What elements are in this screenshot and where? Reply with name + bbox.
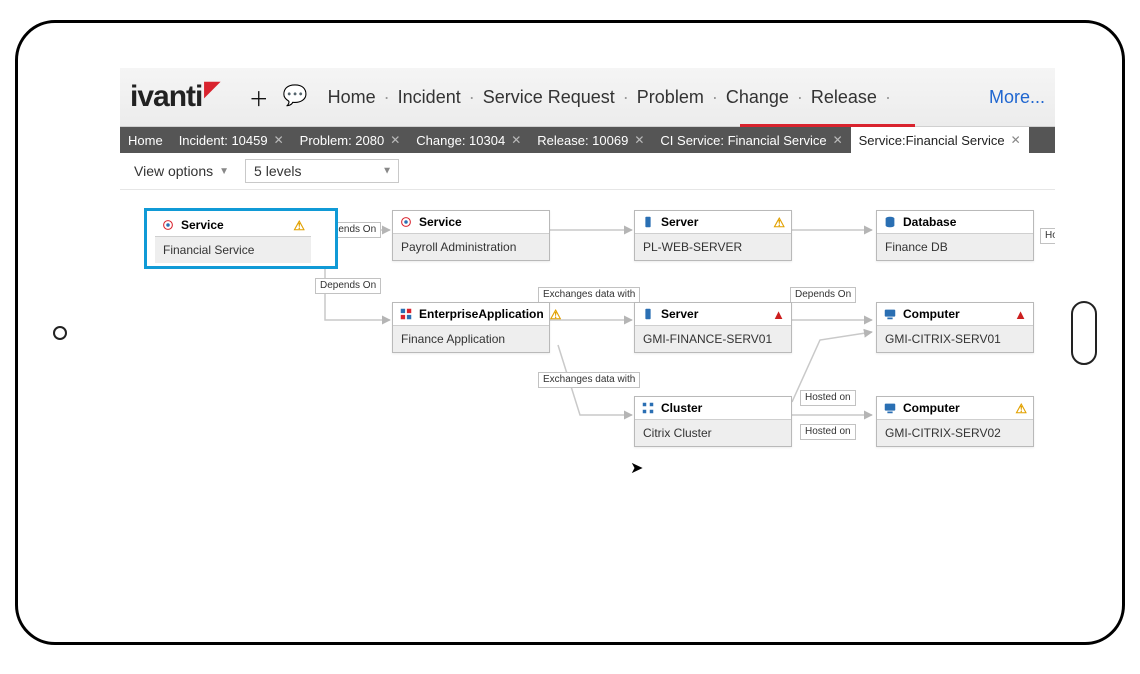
chevron-down-icon: ▼ bbox=[382, 166, 392, 177]
node-name: PL-WEB-SERVER bbox=[643, 240, 742, 254]
node-name: GMI-CITRIX-SERV02 bbox=[885, 426, 1001, 440]
tab-problem[interactable]: Problem: 2080✕ bbox=[292, 127, 409, 153]
node-name: Citrix Cluster bbox=[643, 426, 712, 440]
close-icon[interactable]: ✕ bbox=[511, 133, 521, 147]
service-icon bbox=[161, 218, 175, 232]
relationship-canvas[interactable]: Depends On Depends On Exchanges data wit… bbox=[120, 190, 1055, 633]
plus-icon[interactable]: ＋ bbox=[249, 83, 269, 112]
node-name: GMI-FINANCE-SERV01 bbox=[643, 332, 772, 346]
server-icon bbox=[641, 215, 655, 229]
nav-release[interactable]: Release bbox=[811, 87, 877, 108]
node-type: Service bbox=[419, 215, 462, 229]
node-server-gmi[interactable]: Server ▲ GMI-FINANCE-SERV01 bbox=[634, 302, 792, 353]
camera-dot bbox=[53, 326, 67, 340]
node-service-financial[interactable]: Service ⚠ Financial Service bbox=[146, 210, 336, 267]
edge-label: Depends On bbox=[790, 287, 856, 303]
cluster-icon bbox=[641, 401, 655, 415]
close-icon[interactable]: ✕ bbox=[1011, 133, 1021, 147]
node-type: EnterpriseApplication bbox=[419, 307, 544, 321]
node-enterprise-app[interactable]: EnterpriseApplication ⚠ Finance Applicat… bbox=[392, 302, 550, 353]
tab-ci-service[interactable]: CI Service: Financial Service✕ bbox=[652, 127, 850, 153]
nav-home[interactable]: Home bbox=[328, 87, 376, 108]
database-icon bbox=[883, 215, 897, 229]
chevron-down-icon: ▼ bbox=[219, 166, 229, 177]
close-icon[interactable]: ✕ bbox=[634, 133, 644, 147]
edge-label-clipped: Ho bbox=[1040, 228, 1055, 244]
node-name: Finance DB bbox=[885, 240, 948, 254]
nav-change[interactable]: Change bbox=[726, 87, 789, 108]
tab-home[interactable]: Home bbox=[120, 127, 171, 153]
computer-icon bbox=[883, 401, 897, 415]
nav-problem[interactable]: Problem bbox=[637, 87, 704, 108]
warning-icon: ⚠ bbox=[293, 219, 305, 232]
server-icon bbox=[641, 307, 655, 321]
brand-text: ivanti bbox=[130, 80, 202, 114]
node-name: GMI-CITRIX-SERV01 bbox=[885, 332, 1001, 346]
tab-change[interactable]: Change: 10304✕ bbox=[408, 127, 529, 153]
computer-icon bbox=[883, 307, 897, 321]
node-type: Database bbox=[903, 215, 956, 229]
node-name: Financial Service bbox=[163, 243, 254, 257]
node-name: Payroll Administration bbox=[401, 240, 516, 254]
node-name: Finance Application bbox=[401, 332, 505, 346]
warning-icon: ⚠ bbox=[1015, 402, 1027, 415]
tab-service[interactable]: Service:Financial Service✕ bbox=[851, 127, 1029, 153]
tab-release[interactable]: Release: 10069✕ bbox=[529, 127, 652, 153]
nav-incident[interactable]: Incident bbox=[398, 87, 461, 108]
enterpriseapp-icon bbox=[399, 307, 413, 321]
nav-more[interactable]: More... bbox=[989, 87, 1045, 108]
accent-line bbox=[740, 124, 915, 127]
node-server-plweb[interactable]: Server ⚠ PL-WEB-SERVER bbox=[634, 210, 792, 261]
levels-select[interactable]: 5 levels ▼ bbox=[245, 159, 399, 183]
app-screen: ivanti ◤ ＋ 💬 Home· Incident· Service Req… bbox=[120, 68, 1055, 633]
view-options-dropdown[interactable]: View options ▼ bbox=[134, 163, 229, 179]
canvas-toolbar: View options ▼ 5 levels ▼ bbox=[120, 153, 1055, 190]
edge-label: Depends On bbox=[315, 278, 381, 294]
node-cluster[interactable]: Cluster Citrix Cluster bbox=[634, 396, 792, 447]
warning-icon: ⚠ bbox=[773, 216, 785, 229]
node-type: Service bbox=[181, 218, 224, 232]
home-button[interactable] bbox=[1071, 301, 1097, 365]
close-icon[interactable]: ✕ bbox=[274, 133, 284, 147]
node-computer-c2[interactable]: Computer ⚠ GMI-CITRIX-SERV02 bbox=[876, 396, 1034, 447]
warning-icon: ⚠ bbox=[550, 308, 562, 321]
node-type: Server bbox=[661, 215, 698, 229]
close-icon[interactable]: ✕ bbox=[390, 133, 400, 147]
node-type: Cluster bbox=[661, 401, 702, 415]
top-nav: Home· Incident· Service Request· Problem… bbox=[328, 87, 891, 108]
node-database-finance[interactable]: Database Finance DB bbox=[876, 210, 1034, 261]
topbar: ivanti ◤ ＋ 💬 Home· Incident· Service Req… bbox=[120, 68, 1055, 127]
chat-icon[interactable]: 💬 bbox=[283, 83, 308, 112]
tab-strip: Home Incident: 10459✕ Problem: 2080✕ Cha… bbox=[120, 127, 1055, 153]
nav-service-request[interactable]: Service Request bbox=[483, 87, 615, 108]
service-icon bbox=[399, 215, 413, 229]
critical-icon: ▲ bbox=[772, 308, 785, 321]
node-type: Computer bbox=[903, 307, 960, 321]
close-icon[interactable]: ✕ bbox=[833, 133, 843, 147]
node-type: Computer bbox=[903, 401, 960, 415]
edge-label: Exchanges data with bbox=[538, 287, 640, 303]
brand-accent-icon: ◤ bbox=[204, 82, 218, 96]
edge-label: Hosted on bbox=[800, 424, 856, 440]
tab-incident[interactable]: Incident: 10459✕ bbox=[171, 127, 292, 153]
edge-label: Hosted on bbox=[800, 390, 856, 406]
edge-label: Exchanges data with bbox=[538, 372, 640, 388]
tablet-frame: ivanti ◤ ＋ 💬 Home· Incident· Service Req… bbox=[15, 20, 1125, 645]
brand-logo: ivanti ◤ bbox=[130, 80, 219, 114]
critical-icon: ▲ bbox=[1014, 308, 1027, 321]
node-type: Server bbox=[661, 307, 698, 321]
node-computer-c1[interactable]: Computer ▲ GMI-CITRIX-SERV01 bbox=[876, 302, 1034, 353]
node-service-payroll[interactable]: Service Payroll Administration bbox=[392, 210, 550, 261]
